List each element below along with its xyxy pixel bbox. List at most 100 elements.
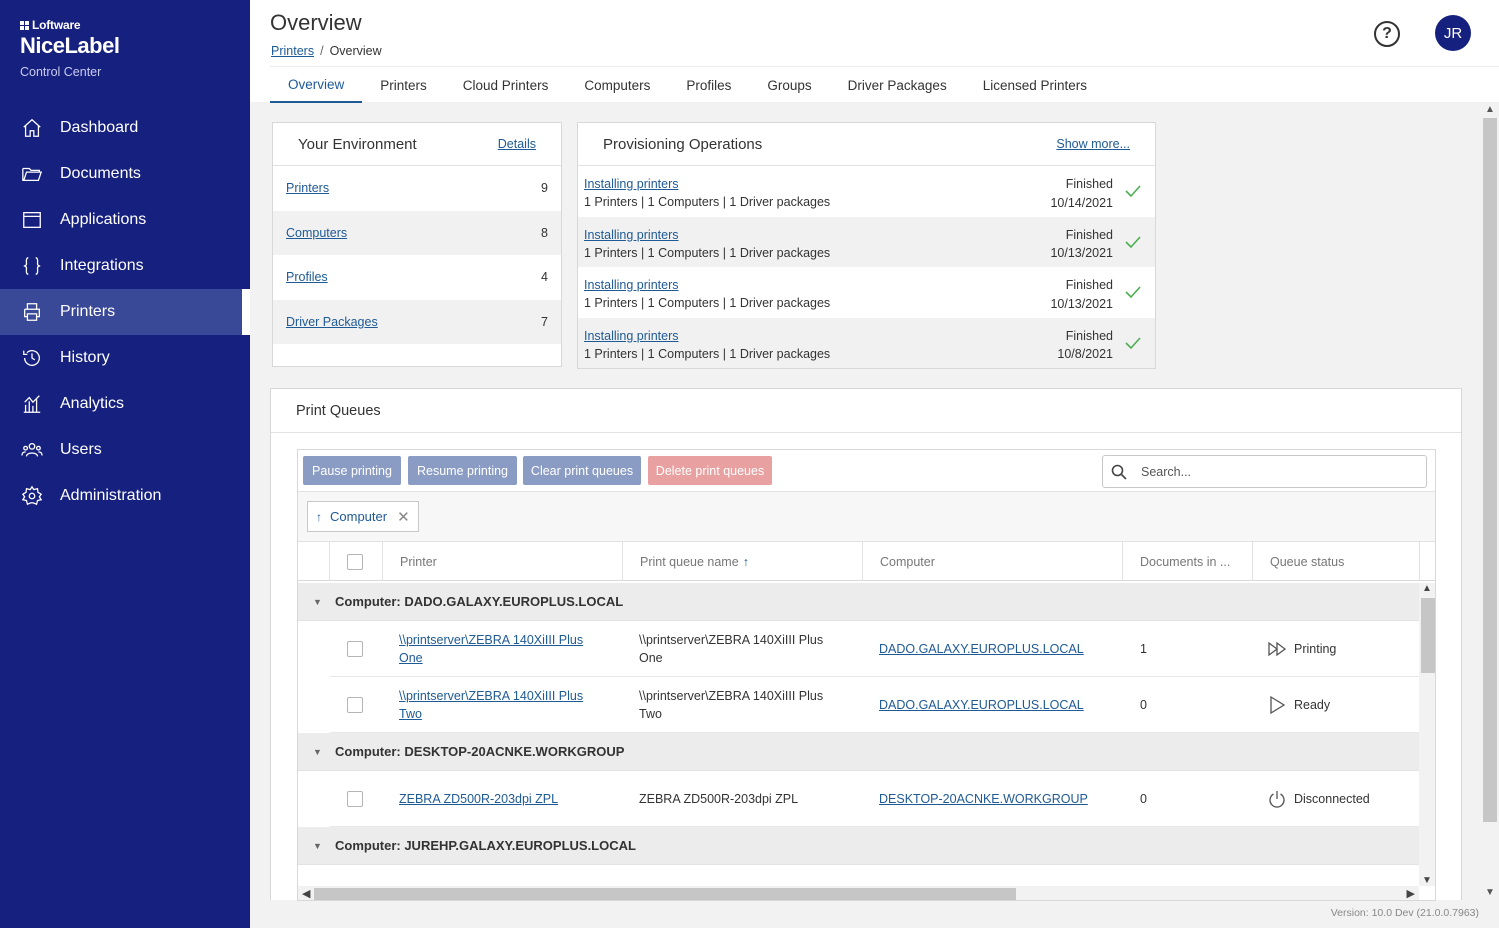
pause-printing-button[interactable]: Pause printing [303, 456, 401, 485]
queue-name-line2: Two [639, 707, 662, 721]
row-checkbox[interactable] [347, 641, 363, 657]
fast-forward-icon [1268, 641, 1286, 657]
search-input[interactable] [1141, 462, 1416, 482]
grid-horizontal-scrollbar[interactable]: ◀ ▶ [298, 886, 1419, 900]
scroll-right-icon[interactable]: ▶ [1407, 887, 1415, 900]
documents-cell: 0 [1140, 791, 1147, 806]
printer-link[interactable]: \\printserver\ZEBRA 140XiIII Plus One [399, 631, 583, 668]
group-row[interactable]: ▼ Computer: JUREHP.GALAXY.EUROPLUS.LOCAL [298, 827, 1419, 865]
column-header-computer[interactable]: Computer [863, 542, 1123, 581]
question-icon: ? [1382, 25, 1392, 42]
group-row[interactable]: ▼ Computer: DADO.GALAXY.EUROPLUS.LOCAL [298, 583, 1419, 621]
sidebar-item-dashboard[interactable]: Dashboard [0, 105, 250, 151]
resume-printing-button[interactable]: Resume printing [408, 456, 517, 485]
table-row[interactable]: \\printserver\ZEBRA 140XiIII Plus One \\p… [330, 621, 1419, 677]
computer-link[interactable]: DADO.GALAXY.EUROPLUS.LOCAL [879, 640, 1084, 659]
tab-groups[interactable]: Groups [749, 67, 829, 103]
operation-status: Finished 10/13/2021 [1050, 226, 1113, 263]
environment-computers-link[interactable]: Computers [286, 226, 347, 240]
tab-overview[interactable]: Overview [270, 67, 363, 103]
tab-profiles[interactable]: Profiles [668, 67, 749, 103]
row-checkbox-cell [347, 771, 363, 827]
table-row[interactable] [330, 865, 1419, 886]
group-row[interactable]: ▼ Computer: DESKTOP-20ACNKE.WORKGROUP [298, 733, 1419, 771]
sidebar-item-label: Users [60, 441, 102, 458]
avatar[interactable]: JR [1435, 15, 1471, 51]
scrollbar-thumb[interactable] [314, 888, 1016, 900]
environment-printers-link[interactable]: Printers [286, 181, 329, 195]
tab-driver-packages[interactable]: Driver Packages [830, 67, 965, 103]
computer-link[interactable]: DADO.GALAXY.EUROPLUS.LOCAL [879, 696, 1084, 715]
sidebar-item-applications[interactable]: Applications [0, 197, 250, 243]
environment-profiles-link[interactable]: Profiles [286, 270, 328, 284]
column-headers: Printer Print queue name ↑ Computer Docum… [298, 542, 1435, 581]
group-label: Computer: DESKTOP-20ACNKE.WORKGROUP [335, 744, 625, 759]
printer-link[interactable]: ZEBRA ZD500R-203dpi ZPL [399, 790, 558, 809]
operation-date: 10/13/2021 [1050, 296, 1113, 311]
scroll-down-icon[interactable]: ▼ [1422, 875, 1432, 886]
tab-computers[interactable]: Computers [566, 67, 668, 103]
clear-print-queues-button[interactable]: Clear print queues [523, 456, 641, 485]
page-scrollbar[interactable]: ▲ ▼ [1481, 102, 1499, 900]
sidebar-item-integrations[interactable]: Integrations [0, 243, 250, 289]
sidebar-item-label: Analytics [60, 395, 125, 412]
operation-date: 10/13/2021 [1050, 246, 1113, 260]
collapse-icon[interactable]: ▼ [313, 841, 325, 851]
analytics-icon [20, 392, 44, 416]
queue-name-line1: \\printserver\ZEBRA 140XiIII Plus [639, 632, 824, 647]
tab-licensed-printers[interactable]: Licensed Printers [965, 67, 1105, 103]
search-box[interactable] [1102, 455, 1427, 488]
computer-cell: DADO.GALAXY.EUROPLUS.LOCAL [879, 621, 1084, 677]
company-logo: Loftware [20, 18, 119, 32]
printer-link[interactable]: \\printserver\ZEBRA 140XiIII Plus Two [399, 687, 583, 724]
sidebar-item-label: Integrations [60, 257, 144, 274]
operation-date: 10/14/2021 [1050, 195, 1113, 210]
tab-printers[interactable]: Printers [362, 67, 445, 103]
expand-column-header [298, 542, 330, 581]
select-all-checkbox[interactable] [347, 553, 363, 570]
scroll-up-icon[interactable]: ▲ [1485, 104, 1495, 115]
sidebar-item-history[interactable]: History [0, 335, 250, 381]
column-header-documents[interactable]: Documents in ... [1123, 542, 1253, 581]
remove-group-icon[interactable]: ✕ [397, 508, 410, 526]
computer-link[interactable]: DESKTOP-20ACNKE.WORKGROUP [879, 790, 1088, 809]
loftware-logo-icon [20, 20, 29, 30]
sidebar-item-analytics[interactable]: Analytics [0, 381, 250, 427]
table-row[interactable]: ZEBRA ZD500R-203dpi ZPL ZEBRA ZD500R-203… [330, 771, 1419, 827]
scrollbar-thumb[interactable] [1483, 118, 1497, 822]
details-link[interactable]: Details [498, 137, 536, 151]
scroll-down-icon[interactable]: ▼ [1485, 887, 1495, 898]
row-checkbox[interactable] [347, 791, 363, 807]
scroll-up-icon[interactable]: ▲ [1422, 583, 1432, 594]
collapse-icon[interactable]: ▼ [313, 747, 325, 757]
show-more-link[interactable]: Show more... [1056, 137, 1130, 151]
help-button[interactable]: ? [1374, 21, 1400, 47]
brand-logo[interactable]: Loftware NiceLabel Control Center [20, 18, 120, 79]
column-header-queue-status[interactable]: Queue status [1253, 542, 1420, 581]
column-header-printer[interactable]: Printer [383, 542, 623, 581]
grid-vertical-scrollbar[interactable]: ▲ ▼ [1419, 583, 1435, 886]
environment-card: Your Environment Details Printers 9 Comp… [272, 122, 562, 367]
print-queues-title: Print Queues [296, 402, 381, 419]
table-row[interactable]: \\printserver\ZEBRA 140XiIII Plus Two \\p… [330, 677, 1419, 733]
company-name: Loftware [32, 18, 81, 32]
sidebar-item-users[interactable]: Users [0, 427, 250, 473]
sidebar-item-printers[interactable]: Printers [0, 289, 250, 335]
row-checkbox-cell [347, 677, 363, 733]
sidebar-item-documents[interactable]: Documents [0, 151, 250, 197]
row-checkbox[interactable] [347, 697, 363, 713]
sidebar-item-administration[interactable]: Administration [0, 473, 250, 519]
computer-cell: DADO.GALAXY.EUROPLUS.LOCAL [879, 677, 1084, 733]
environment-driver-packages-link[interactable]: Driver Packages [286, 315, 378, 329]
provisioning-row: Installing printers 1 Printers | 1 Compu… [578, 267, 1155, 318]
delete-print-queues-button[interactable]: Delete print queues [648, 456, 772, 485]
printer-cell: \\printserver\ZEBRA 140XiIII Plus Two [399, 677, 619, 733]
group-chip-computer[interactable]: ↑ Computer ✕ [307, 501, 419, 532]
column-header-queue-name[interactable]: Print queue name ↑ [623, 542, 863, 581]
breadcrumb-printers-link[interactable]: Printers [271, 44, 314, 58]
collapse-icon[interactable]: ▼ [313, 597, 325, 607]
grid-body: ▼ Computer: DADO.GALAXY.EUROPLUS.LOCAL \… [298, 583, 1419, 886]
scrollbar-thumb[interactable] [1421, 598, 1435, 673]
scroll-left-icon[interactable]: ◀ [302, 887, 310, 900]
tab-cloud-printers[interactable]: Cloud Printers [445, 67, 567, 103]
